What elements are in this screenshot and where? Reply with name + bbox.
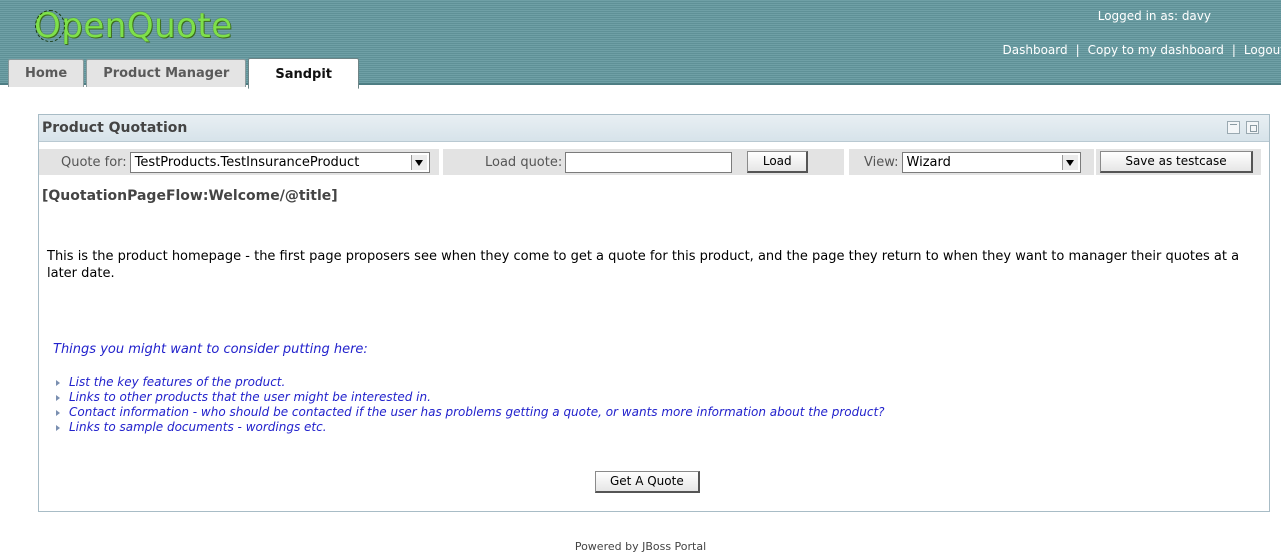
portlet-title: Product Quotation <box>42 120 188 136</box>
footer-powered-by: Powered by JBoss Portal <box>574 540 707 553</box>
minimize-icon[interactable] <box>1227 121 1240 134</box>
save-as-testcase-button[interactable]: Save as testcase <box>1100 151 1253 173</box>
copy-to-dashboard-link[interactable]: Copy to my dashboard <box>1088 43 1224 57</box>
hint-text: Contact information - who should be cont… <box>69 405 885 419</box>
view-value: Wizard <box>906 154 951 170</box>
quotation-toolbar: Quote for: TestProducts.TestInsurancePro… <box>39 149 1269 175</box>
main-tabs: Home Product Manager Sandpit <box>8 56 361 89</box>
window-controls <box>1227 121 1259 134</box>
product-quotation-portlet: Product Quotation Quote for: TestProduct… <box>38 114 1270 512</box>
hint-heading: Things you might want to consider puttin… <box>53 342 368 357</box>
bullet-arrow-icon <box>56 409 60 416</box>
maximize-icon[interactable] <box>1246 121 1259 134</box>
list-item: Links to other products that the user mi… <box>53 390 885 405</box>
chevron-down-icon[interactable] <box>1061 154 1078 170</box>
view-select[interactable]: Wizard <box>901 151 1081 173</box>
hint-text: Links to other products that the user mi… <box>69 390 431 404</box>
load-button[interactable]: Load <box>747 151 809 173</box>
bullet-arrow-icon <box>56 424 60 431</box>
header-bar: OpenQuote Logged in as: davy Dashboard | C… <box>0 0 1281 89</box>
logged-in-label: Logged in as: davy <box>1097 9 1211 23</box>
list-item: Links to sample documents - wordings etc… <box>53 420 885 435</box>
tab-sandpit[interactable]: Sandpit <box>248 58 360 89</box>
load-quote-input[interactable] <box>565 151 733 173</box>
quote-for-select[interactable]: TestProducts.TestInsuranceProduct <box>129 151 430 173</box>
load-quote-section: Load quote: Load <box>443 149 844 175</box>
hint-list: List the key features of the product. Li… <box>53 375 885 435</box>
bullet-arrow-icon <box>56 379 60 386</box>
quote-for-value: TestProducts.TestInsuranceProduct <box>134 154 360 170</box>
list-item: List the key features of the product. <box>53 375 885 390</box>
quote-for-label: Quote for: <box>61 154 127 170</box>
quote-for-section: Quote for: TestProducts.TestInsurancePro… <box>39 149 439 175</box>
view-section: View: Wizard <box>849 149 1094 175</box>
openquote-logo[interactable]: OpenQuote <box>34 2 233 50</box>
nav-separator: | <box>1231 43 1236 57</box>
save-section: Save as testcase <box>1096 149 1261 175</box>
tab-product-manager[interactable]: Product Manager <box>86 59 247 87</box>
logo-o-glyph: O <box>34 2 66 50</box>
get-a-quote-button[interactable]: Get A Quote <box>595 471 700 493</box>
view-label: View: <box>864 154 899 170</box>
tab-home[interactable]: Home <box>8 59 85 87</box>
dashboard-link[interactable]: Dashboard <box>1003 43 1068 57</box>
load-quote-label: Load quote: <box>485 154 563 170</box>
chevron-down-icon[interactable] <box>410 154 427 170</box>
logo-text: penQuote <box>61 6 233 46</box>
nav-separator: | <box>1075 43 1080 57</box>
list-item: Contact information - who should be cont… <box>53 405 885 420</box>
page-heading: [QuotationPageFlow:Welcome/@title] <box>42 188 338 204</box>
hint-text: List the key features of the product. <box>69 375 286 389</box>
top-nav: Dashboard | Copy to my dashboard | Logout <box>1003 43 1281 57</box>
logout-link[interactable]: Logout <box>1244 43 1281 57</box>
portlet-title-bar: Product Quotation <box>39 115 1269 142</box>
intro-text: This is the product homepage - the first… <box>47 249 1240 281</box>
bullet-arrow-icon <box>56 394 60 401</box>
hint-text: Links to sample documents - wordings etc… <box>69 420 327 434</box>
